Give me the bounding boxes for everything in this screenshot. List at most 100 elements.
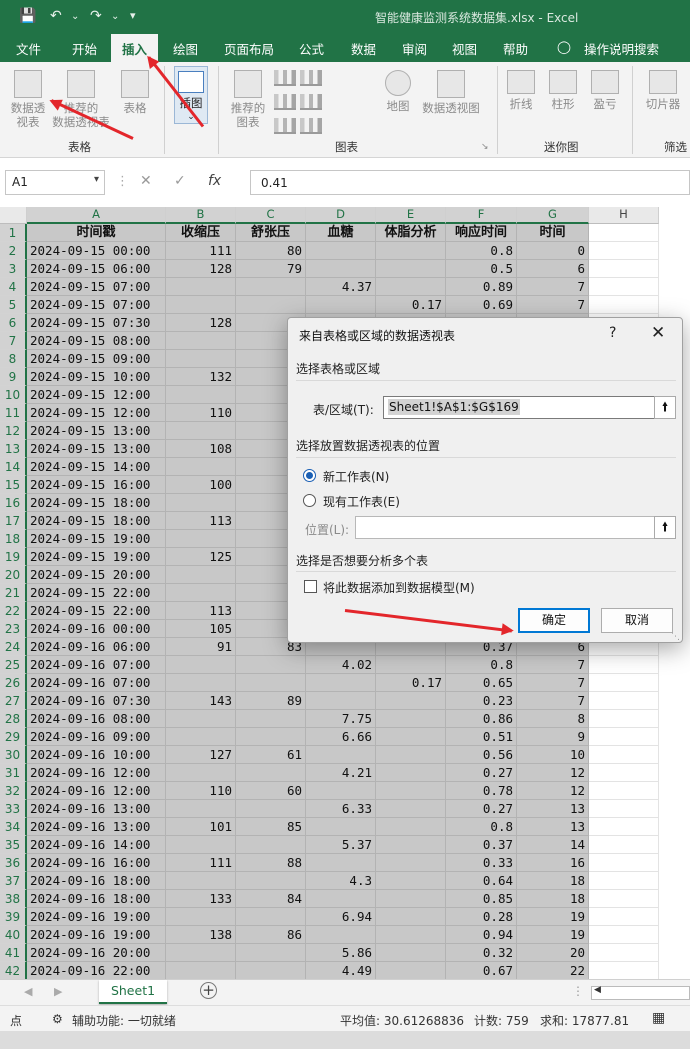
close-icon[interactable]: ✕ <box>651 323 665 343</box>
table-cell[interactable] <box>166 872 236 890</box>
table-cell[interactable]: 2024-09-15 10:00 <box>27 368 166 386</box>
row-header[interactable]: 33 <box>0 800 27 818</box>
row-header[interactable]: 15 <box>0 476 27 494</box>
table-header-cell[interactable]: 时间 <box>517 224 589 242</box>
row-header[interactable]: 16 <box>0 494 27 512</box>
table-cell[interactable]: 13 <box>517 818 589 836</box>
table-cell[interactable] <box>376 854 446 872</box>
table-cell[interactable]: 0.64 <box>446 872 517 890</box>
scatter-chart-icon[interactable] <box>300 118 322 134</box>
table-cell[interactable]: 110 <box>166 782 236 800</box>
row-header[interactable]: 26 <box>0 674 27 692</box>
table-cell[interactable] <box>236 908 306 926</box>
table-cell[interactable]: 7 <box>517 674 589 692</box>
table-cell[interactable] <box>376 746 446 764</box>
table-cell[interactable]: 111 <box>166 854 236 872</box>
table-cell[interactable]: 0.23 <box>446 692 517 710</box>
table-cell[interactable]: 0.8 <box>446 818 517 836</box>
table-cell[interactable]: 0 <box>517 242 589 260</box>
table-cell[interactable] <box>376 782 446 800</box>
table-cell[interactable]: 111 <box>166 242 236 260</box>
row-header[interactable]: 19 <box>0 548 27 566</box>
row-header[interactable]: 40 <box>0 926 27 944</box>
table-cell[interactable] <box>589 818 659 836</box>
table-cell[interactable] <box>166 530 236 548</box>
table-cell[interactable] <box>589 854 659 872</box>
row-header[interactable]: 23 <box>0 620 27 638</box>
table-cell[interactable] <box>306 296 376 314</box>
table-cell[interactable] <box>166 800 236 818</box>
table-cell[interactable]: 84 <box>236 890 306 908</box>
table-cell[interactable] <box>589 260 659 278</box>
sparkline-winloss-button[interactable]: 盈亏 <box>589 70 621 111</box>
table-cell[interactable] <box>306 746 376 764</box>
table-cell[interactable] <box>236 278 306 296</box>
table-cell[interactable] <box>306 692 376 710</box>
slicer-button[interactable]: 切片器 <box>640 70 686 111</box>
row-header[interactable]: 21 <box>0 584 27 602</box>
row-header[interactable]: 32 <box>0 782 27 800</box>
table-cell[interactable] <box>376 656 446 674</box>
column-header-d[interactable]: D <box>306 207 376 224</box>
row-header[interactable]: 2 <box>0 242 27 260</box>
cancel-button[interactable]: 取消 <box>601 608 673 633</box>
table-cell[interactable]: 12 <box>517 764 589 782</box>
collapse-dialog-icon[interactable]: 🠙 <box>654 516 676 539</box>
table-cell[interactable]: 86 <box>236 926 306 944</box>
table-cell[interactable] <box>166 962 236 979</box>
table-cell[interactable]: 108 <box>166 440 236 458</box>
sparkline-column-button[interactable]: 柱形 <box>547 70 579 111</box>
row-header[interactable]: 1 <box>0 224 27 242</box>
table-cell[interactable]: 2024-09-16 06:00 <box>27 638 166 656</box>
table-cell[interactable] <box>306 818 376 836</box>
table-cell[interactable] <box>236 728 306 746</box>
undo-dropdown-icon[interactable]: ⌄ <box>71 11 79 22</box>
table-cell[interactable]: 0.67 <box>446 962 517 979</box>
table-cell[interactable]: 2024-09-16 13:00 <box>27 800 166 818</box>
row-header[interactable]: 5 <box>0 296 27 314</box>
table-cell[interactable] <box>306 674 376 692</box>
table-cell[interactable]: 4.37 <box>306 278 376 296</box>
row-header[interactable]: 36 <box>0 854 27 872</box>
table-cell[interactable] <box>166 944 236 962</box>
tab-view[interactable]: 视图 <box>452 39 477 58</box>
table-cell[interactable]: 6.33 <box>306 800 376 818</box>
table-cell[interactable]: 0.27 <box>446 764 517 782</box>
row-header[interactable]: 39 <box>0 908 27 926</box>
row-header[interactable]: 13 <box>0 440 27 458</box>
table-cell[interactable] <box>589 926 659 944</box>
table-cell[interactable]: 2024-09-16 00:00 <box>27 620 166 638</box>
table-cell[interactable] <box>306 260 376 278</box>
table-cell[interactable]: 14 <box>517 836 589 854</box>
table-cell[interactable] <box>306 782 376 800</box>
table-cell[interactable]: 2024-09-15 12:00 <box>27 404 166 422</box>
table-cell[interactable] <box>589 782 659 800</box>
column-header-f[interactable]: F <box>446 207 517 224</box>
table-cell[interactable]: 2024-09-16 18:00 <box>27 872 166 890</box>
table-cell[interactable] <box>166 422 236 440</box>
table-cell[interactable]: 6.94 <box>306 908 376 926</box>
scroll-right-icon[interactable]: ▶ <box>54 985 62 998</box>
table-cell[interactable] <box>589 242 659 260</box>
table-cell[interactable]: 4.21 <box>306 764 376 782</box>
table-cell[interactable] <box>376 962 446 979</box>
table-cell[interactable]: 2024-09-16 22:00 <box>27 962 166 979</box>
table-cell[interactable]: 5.37 <box>306 836 376 854</box>
resize-grip-icon[interactable]: ⋱ <box>671 632 680 642</box>
collapse-dialog-icon[interactable]: 🠙 <box>654 396 676 419</box>
table-cell[interactable]: 5.86 <box>306 944 376 962</box>
table-cell[interactable] <box>166 296 236 314</box>
table-cell[interactable]: 2024-09-16 09:00 <box>27 728 166 746</box>
table-cell[interactable]: 4.3 <box>306 872 376 890</box>
table-cell[interactable]: 2024-09-15 07:00 <box>27 296 166 314</box>
row-header[interactable]: 12 <box>0 422 27 440</box>
table-cell[interactable]: 127 <box>166 746 236 764</box>
table-cell[interactable]: 80 <box>236 242 306 260</box>
table-cell[interactable]: 2024-09-15 20:00 <box>27 566 166 584</box>
row-header[interactable]: 28 <box>0 710 27 728</box>
table-cell[interactable] <box>376 710 446 728</box>
accessibility-status[interactable]: 辅助功能: 一切就绪 <box>72 1012 176 1029</box>
table-cell[interactable]: 2024-09-16 12:00 <box>27 764 166 782</box>
location-input[interactable] <box>355 516 655 539</box>
table-cell[interactable] <box>589 908 659 926</box>
